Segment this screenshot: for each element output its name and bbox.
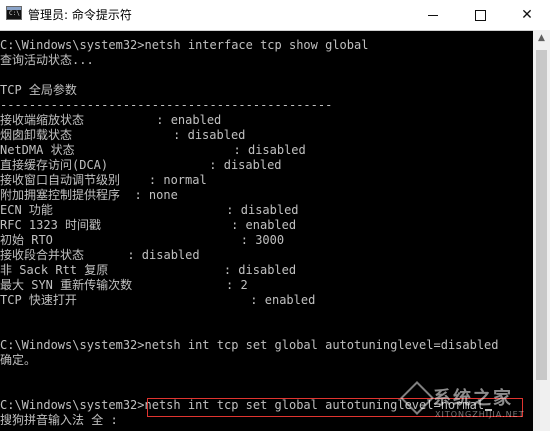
highlight-box <box>147 398 523 417</box>
console-line: ----------------------------------------… <box>0 98 333 112</box>
console-line: 搜狗拼音输入法 全 : <box>0 413 118 427</box>
console-line: 确定。 <box>0 353 37 367</box>
close-icon: ✕ <box>521 7 533 23</box>
title-bar[interactable]: C:\ 管理员: 命令提示符 ✕ <box>0 0 550 31</box>
console-line: 附加拥塞控制提供程序 : none <box>0 188 178 202</box>
console-line: 最大 SYN 重新传输次数 : 2 <box>0 278 248 292</box>
console-line: TCP 快速打开 : enabled <box>0 293 316 307</box>
console-line: 直接缓存访问(DCA) : disabled <box>0 158 282 172</box>
window-title: 管理员: 命令提示符 <box>28 8 132 22</box>
scrollbar-thumb[interactable] <box>536 50 547 380</box>
console-line: C:\Windows\system32>netsh interface tcp … <box>0 38 369 52</box>
scroll-up-arrow-icon[interactable]: ▲ <box>533 30 550 47</box>
console-line: 接收段合并状态 : disabled <box>0 248 200 262</box>
console-line: RFC 1323 时间戳 : enabled <box>0 218 297 232</box>
console-line: 接收端缩放状态 : enabled <box>0 113 222 127</box>
maximize-icon <box>475 10 486 21</box>
console-line: 查询活动状态... <box>0 53 94 67</box>
minimize-button[interactable] <box>410 0 456 30</box>
minimize-icon <box>428 15 438 16</box>
console-line: TCP 全局参数 <box>0 83 77 97</box>
console-output[interactable]: C:\Windows\system32>netsh interface tcp … <box>0 30 533 431</box>
maximize-button[interactable] <box>457 0 503 30</box>
cmd-icon: C:\ <box>6 6 22 20</box>
console-line: 初始 RTO : 3000 <box>0 233 285 247</box>
command-prompt-window: C:\ 管理员: 命令提示符 ✕ C:\Windows\system32>net… <box>0 0 550 431</box>
console-line: 接收窗口自动调节级别 : normal <box>0 173 207 187</box>
console-line: ECN 功能 : disabled <box>0 203 299 217</box>
console-line: C:\Windows\system32>netsh int tcp set gl… <box>0 338 499 352</box>
console-line: NetDMA 状态 : disabled <box>0 143 306 157</box>
console-line: 非 Sack Rtt 复原 : disabled <box>0 263 297 277</box>
close-button[interactable]: ✕ <box>504 0 550 30</box>
console-line: 烟囱卸载状态 : disabled <box>0 128 246 142</box>
